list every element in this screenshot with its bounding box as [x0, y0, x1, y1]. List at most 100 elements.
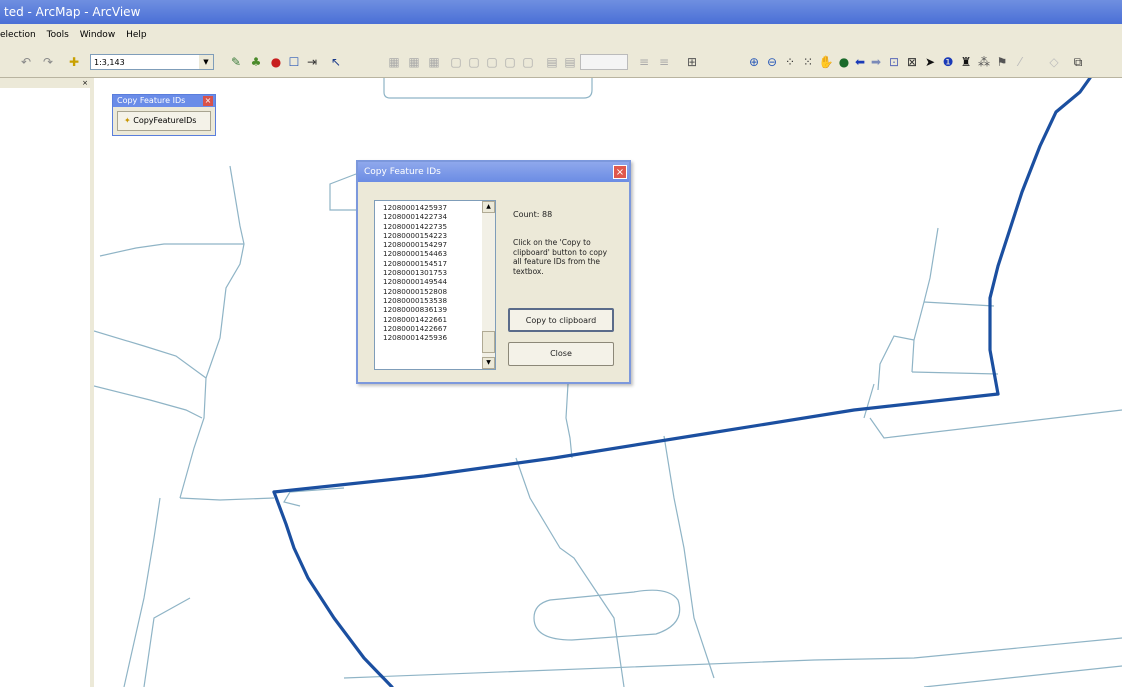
list-item[interactable]: 12080000154297 — [383, 240, 447, 249]
scroll-thumb[interactable] — [482, 331, 495, 353]
copy-feature-ids-button[interactable]: ✦ CopyFeatureIDs — [117, 111, 211, 131]
zoom-combo[interactable] — [580, 54, 628, 70]
layout-tool-icon[interactable]: ▦ — [426, 54, 442, 70]
boundary-line — [272, 392, 1000, 494]
layout-tool-icon[interactable]: ▢ — [502, 54, 518, 70]
disabled-tool-icon[interactable]: ◇ — [1046, 54, 1062, 70]
mini-toolbar-title[interactable]: Copy Feature IDs × — [113, 95, 215, 107]
road-line — [123, 497, 161, 687]
menu-help[interactable]: Help — [126, 30, 147, 40]
road-line — [99, 243, 244, 257]
arctoolbox-icon[interactable]: ♣ — [248, 54, 264, 70]
road-line — [515, 457, 625, 687]
chevron-down-icon[interactable]: ▼ — [199, 55, 213, 69]
listbox-scrollbar[interactable]: ▲ ▼ — [482, 201, 495, 369]
road-line — [343, 637, 1122, 679]
layout-tool-icon[interactable]: ▢ — [484, 54, 500, 70]
model-icon[interactable]: ● — [268, 54, 284, 70]
select-elements-icon[interactable]: ➤ — [922, 54, 938, 70]
toggle-draft-icon[interactable]: ⊞ — [684, 54, 700, 70]
full-extent-icon[interactable]: ● — [836, 54, 852, 70]
undo-icon[interactable]: ↶ — [18, 54, 34, 70]
whats-this-icon[interactable]: ↖ — [328, 54, 344, 70]
road-line — [923, 301, 995, 307]
list-item[interactable]: 12080001422735 — [383, 222, 447, 231]
list-item[interactable]: 12080001422661 — [383, 315, 447, 324]
fixed-zoom-in-icon[interactable]: ⁘ — [782, 54, 798, 70]
layout-tool-icon[interactable]: ▢ — [448, 54, 464, 70]
road-line — [94, 385, 203, 419]
fixed-zoom-out-icon[interactable]: ⁙ — [800, 54, 816, 70]
road-line — [923, 665, 1122, 687]
road-line — [94, 330, 207, 379]
list-item[interactable]: 12080001425936 — [383, 333, 447, 342]
zoom-in-icon[interactable]: ⊕ — [746, 54, 762, 70]
back-arrow-icon[interactable]: ⬅ — [852, 54, 868, 70]
road-line — [533, 589, 681, 641]
find-icon[interactable]: ♜ — [958, 54, 974, 70]
layout-tool-icon[interactable]: ▢ — [466, 54, 482, 70]
layout-tool-icon[interactable]: ▤ — [544, 54, 560, 70]
road-line — [863, 383, 875, 419]
window-icon[interactable]: ☐ — [286, 54, 302, 70]
scroll-down-icon[interactable]: ▼ — [482, 357, 495, 369]
list-item[interactable]: 12080000154463 — [383, 249, 447, 258]
close-icon[interactable]: × — [613, 165, 627, 179]
list-item[interactable]: 12080001301753 — [383, 268, 447, 277]
clear-selection-icon[interactable]: ⊠ — [904, 54, 920, 70]
road-line — [911, 371, 999, 375]
redo-icon[interactable]: ↷ — [40, 54, 56, 70]
road-line — [329, 173, 358, 211]
add-data-icon[interactable]: ✚ — [66, 54, 82, 70]
list-item[interactable]: 12080000154517 — [383, 259, 447, 268]
road-line — [663, 435, 715, 679]
list-item[interactable]: 12080000836139 — [383, 305, 447, 314]
menu-window[interactable]: Window — [80, 30, 116, 40]
list-item[interactable]: 12080000152808 — [383, 287, 447, 296]
hyperlink-icon[interactable]: ⚑ — [994, 54, 1010, 70]
toc-close-icon[interactable]: × — [82, 79, 88, 87]
boundary-line — [272, 490, 394, 687]
road-line — [383, 78, 593, 99]
layout-tool-icon[interactable]: ≡ — [656, 54, 672, 70]
list-item[interactable]: 12080001422667 — [383, 324, 447, 333]
pan-icon[interactable]: ✋ — [818, 54, 834, 70]
layout-tool-icon[interactable]: ▤ — [562, 54, 578, 70]
editor-icon[interactable]: ✎ — [228, 54, 244, 70]
road-line — [869, 409, 1122, 439]
disabled-tool-icon[interactable]: ⁄ — [1012, 54, 1028, 70]
dialog-title: Copy Feature IDs — [364, 167, 441, 177]
road-line — [179, 165, 245, 499]
select-features-icon[interactable]: ⊡ — [886, 54, 902, 70]
close-icon[interactable]: × — [203, 96, 213, 106]
close-button[interactable]: Close — [508, 342, 614, 366]
list-item[interactable]: 12080000153538 — [383, 296, 447, 305]
copy-to-clipboard-button[interactable]: Copy to clipboard — [508, 308, 614, 332]
time-slider-icon[interactable]: ⧉ — [1070, 54, 1086, 70]
menu-tools[interactable]: Tools — [47, 30, 69, 40]
list-item[interactable]: 12080000149544 — [383, 277, 447, 286]
measure-icon[interactable]: ⁂ — [976, 54, 992, 70]
list-item[interactable]: 12080000154223 — [383, 231, 447, 240]
forward-arrow-icon[interactable]: ➡ — [868, 54, 884, 70]
scale-combo[interactable]: 1:3,143 ▼ — [90, 54, 214, 70]
scroll-up-icon[interactable]: ▲ — [482, 201, 495, 213]
boundary-line — [988, 78, 1092, 396]
toc-header: × — [0, 78, 90, 88]
command-line-icon[interactable]: ⇥ — [304, 54, 320, 70]
zoom-out-icon[interactable]: ⊖ — [764, 54, 780, 70]
dialog-titlebar[interactable]: Copy Feature IDs × — [358, 162, 629, 182]
layout-tool-icon[interactable]: ▦ — [386, 54, 402, 70]
layout-tool-icon[interactable]: ≡ — [636, 54, 652, 70]
road-line — [143, 597, 191, 687]
layout-tool-icon[interactable]: ▢ — [520, 54, 536, 70]
copy-feature-ids-label: CopyFeatureIDs — [133, 116, 197, 125]
menu-selection[interactable]: election — [0, 30, 36, 40]
list-item[interactable]: 12080001425937 — [383, 203, 447, 212]
road-line — [911, 227, 939, 373]
list-item[interactable]: 12080001422734 — [383, 212, 447, 221]
wand-icon: ✦ — [124, 116, 134, 125]
layout-tool-icon[interactable]: ▦ — [406, 54, 422, 70]
identify-icon[interactable]: ❶ — [940, 54, 956, 70]
feature-id-listbox[interactable]: 12080001425937 12080001422734 1208000142… — [374, 200, 496, 370]
